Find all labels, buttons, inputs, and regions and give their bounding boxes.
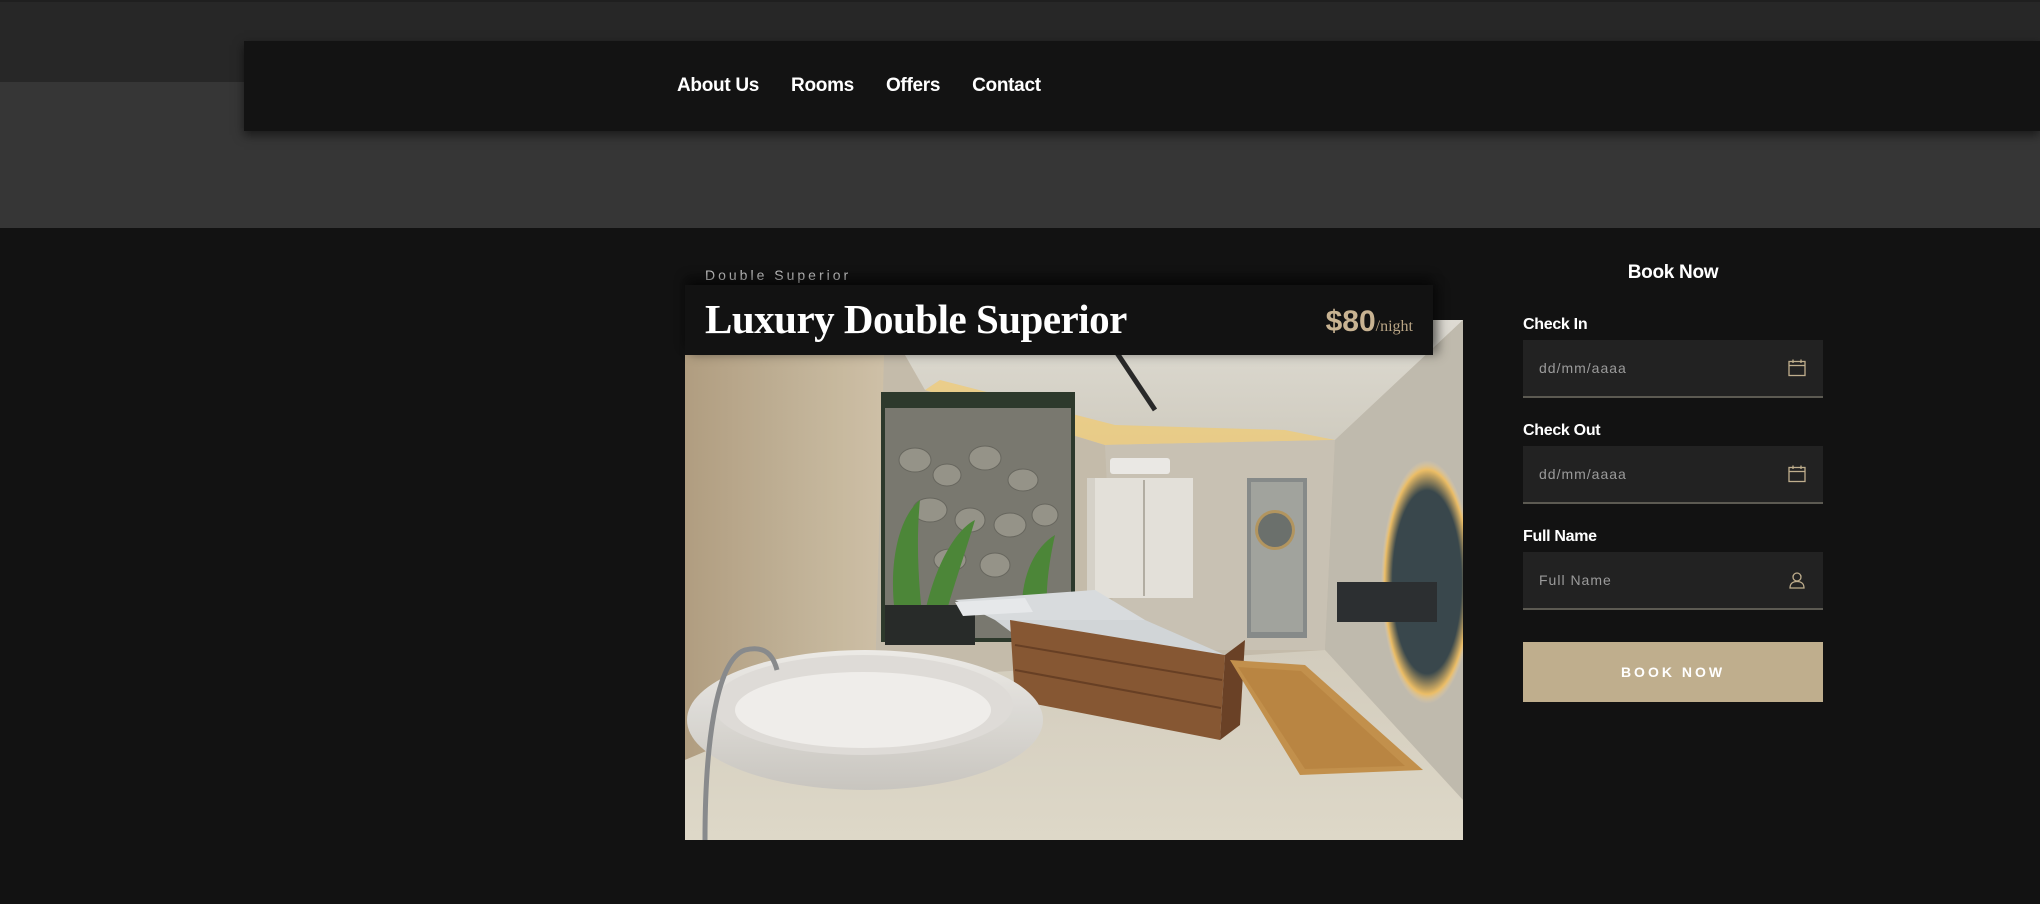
room-category-label: Double Superior [705, 267, 852, 283]
check-out-label: Check Out [1523, 422, 1601, 439]
nav-offers[interactable]: Offers [886, 75, 940, 97]
nav-rooms[interactable]: Rooms [791, 75, 854, 97]
room-photo-illustration [685, 320, 1463, 840]
calendar-icon[interactable] [1787, 358, 1807, 378]
full-name-label: Full Name [1523, 528, 1597, 545]
price-amount: $80 [1325, 305, 1376, 338]
room-photo [685, 320, 1463, 840]
calendar-icon[interactable] [1787, 464, 1807, 484]
nav-contact[interactable]: Contact [972, 75, 1041, 97]
check-in-input[interactable] [1523, 340, 1823, 396]
room-price: $80/night [1326, 305, 1413, 339]
check-in-field [1523, 340, 1823, 398]
full-name-field [1523, 552, 1823, 610]
user-icon [1789, 572, 1805, 589]
nav-about-us[interactable]: About Us [677, 75, 759, 97]
full-name-input[interactable] [1523, 552, 1823, 608]
booking-form: Book Now Check In Check Out Full Name BO… [1523, 262, 1823, 702]
check-out-field [1523, 446, 1823, 504]
booking-title: Book Now [1627, 262, 1719, 283]
room-title: Luxury Double Superior [705, 296, 1127, 342]
check-out-input[interactable] [1523, 446, 1823, 502]
nav-menu: About Us Rooms Offers Contact [677, 41, 1041, 131]
check-in-label: Check In [1523, 316, 1588, 333]
navbar: About Us Rooms Offers Contact [244, 41, 2040, 131]
room-title-bar: Luxury Double Superior $80/night [685, 285, 1433, 355]
book-now-button[interactable]: BOOK NOW [1523, 642, 1823, 702]
price-unit: /night [1375, 318, 1413, 335]
